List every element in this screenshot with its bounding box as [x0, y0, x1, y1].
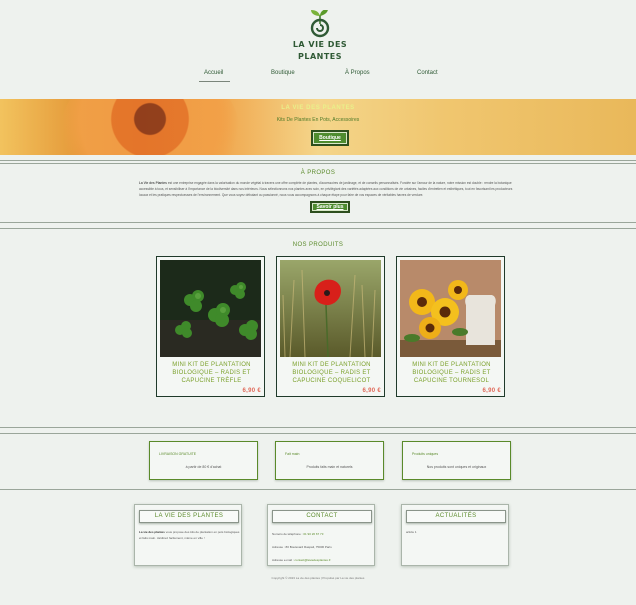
contact-phone-row: Numéro de téléphone : 01 90 26 67 73 — [272, 528, 373, 541]
divider — [0, 433, 636, 434]
feature-title: Fait main — [285, 452, 300, 456]
feature-box: Produits uniques Nos produits sont uniqu… — [402, 441, 511, 480]
product-price: 6,90 € — [362, 388, 381, 394]
savoir-plus-button[interactable]: Savoir plus — [310, 201, 350, 213]
logo-title-line2: PLANTES — [297, 52, 343, 61]
phone-label: Numéro de téléphone : — [272, 532, 303, 536]
feature-title: Produits uniques — [412, 452, 439, 456]
product-price: 6,90 € — [482, 388, 501, 394]
hero-banner: LA VIE DES PLANTES Kits De Plantes En Po… — [0, 99, 636, 155]
nav-a-propos[interactable]: À Propos — [345, 70, 370, 82]
product-card[interactable]: MINI KIT DE PLANTATION BIOLOGIQUE – RADI… — [276, 256, 385, 397]
contact-address-row: Adresse : 80 Boulevard Raspail, 75006 Pa… — [272, 541, 373, 554]
boutique-button[interactable]: Boutique — [311, 130, 349, 146]
hero-subtitle: Kits De Plantes En Pots, Accessoires — [276, 117, 360, 123]
contact-email-row: Adresse e-mail : contact@laviedesplantes… — [272, 554, 373, 567]
sunflower-photo — [400, 260, 501, 357]
about-body: est une entreprise engagée dans la valor… — [139, 181, 513, 197]
footer-news-title: ACTUALITÉS — [406, 510, 506, 523]
footer-about-text: La vie des plantes vous propose des kits… — [139, 530, 240, 541]
email-link[interactable]: contact@laviedesplantes.fr — [295, 558, 331, 562]
feature-title: LIVRAISON GRATUITE — [159, 452, 197, 456]
footer-about-title: LA VIE DES PLANTES — [139, 510, 239, 523]
about-text: La Vie des Plantes est une entreprise en… — [139, 180, 519, 198]
divider — [0, 427, 636, 428]
feature-text: Produits faits main et naturels — [306, 465, 353, 469]
divider — [0, 489, 636, 490]
product-card[interactable]: MINI KIT DE PLANTATION BIOLOGIQUE – RADI… — [156, 256, 265, 397]
site-logo[interactable]: LA VIE DES PLANTES — [280, 10, 360, 62]
hero-title: LA VIE DES PLANTES — [281, 105, 355, 111]
footer-contact-box: CONTACT Numéro de téléphone : 01 90 26 6… — [267, 504, 375, 566]
feature-text: à partir de 80 € d'achat — [185, 465, 222, 469]
product-name[interactable]: MINI KIT DE PLANTATION BIOLOGIQUE – RADI… — [281, 361, 382, 385]
footer-about-box: LA VIE DES PLANTES La vie des plantes vo… — [134, 504, 242, 566]
footer-contact-text: Numéro de téléphone : 01 90 26 67 73 Adr… — [272, 528, 373, 567]
footer-about-brand: La vie des plantes — [139, 530, 165, 534]
product-name[interactable]: MINI KIT DE PLANTATION BIOLOGIQUE – RADI… — [161, 361, 262, 385]
footer-news-box: ACTUALITÉS article 1 — [401, 504, 509, 566]
divider — [0, 163, 636, 164]
divider — [0, 222, 636, 223]
logo-title-line1: LA VIE DES — [292, 40, 348, 49]
divider — [0, 228, 636, 229]
address-value: 80 Boulevard Raspail, 75006 Paris — [285, 545, 332, 549]
phone-link[interactable]: 01 90 26 67 73 — [303, 532, 323, 536]
sprout-spiral-icon — [310, 10, 330, 38]
nav-active-underline — [199, 81, 230, 82]
address-label: Adresse : — [272, 545, 285, 549]
product-card[interactable]: MINI KIT DE PLANTATION BIOLOGIQUE – RADI… — [396, 256, 505, 397]
email-label: Adresse e-mail : — [272, 558, 294, 562]
feature-text: Nos produits sont uniques et originaux — [426, 465, 487, 469]
product-name[interactable]: MINI KIT DE PLANTATION BIOLOGIQUE – RADI… — [401, 361, 502, 385]
nav-boutique[interactable]: Boutique — [271, 70, 295, 82]
news-article-link[interactable]: article 1 — [406, 530, 507, 536]
feature-box: LIVRAISON GRATUITE à partir de 80 € d'ac… — [149, 441, 258, 480]
about-brand: La Vie des Plantes — [139, 181, 167, 185]
divider — [0, 160, 636, 161]
poppy-photo — [280, 260, 381, 357]
feature-box: Fait main Produits faits main et naturel… — [275, 441, 384, 480]
products-title: NOS PRODUITS — [292, 242, 344, 248]
copyright: Copyright © 2023 La vie des plantes | Pr… — [271, 576, 365, 580]
about-title: À PROPOS — [300, 170, 336, 176]
clover-photo — [160, 260, 261, 357]
footer-contact-title: CONTACT — [272, 510, 372, 523]
nav-contact[interactable]: Contact — [417, 70, 438, 82]
main-nav: Accueil Boutique À Propos Contact — [0, 70, 636, 84]
product-price: 6,90 € — [242, 388, 261, 394]
